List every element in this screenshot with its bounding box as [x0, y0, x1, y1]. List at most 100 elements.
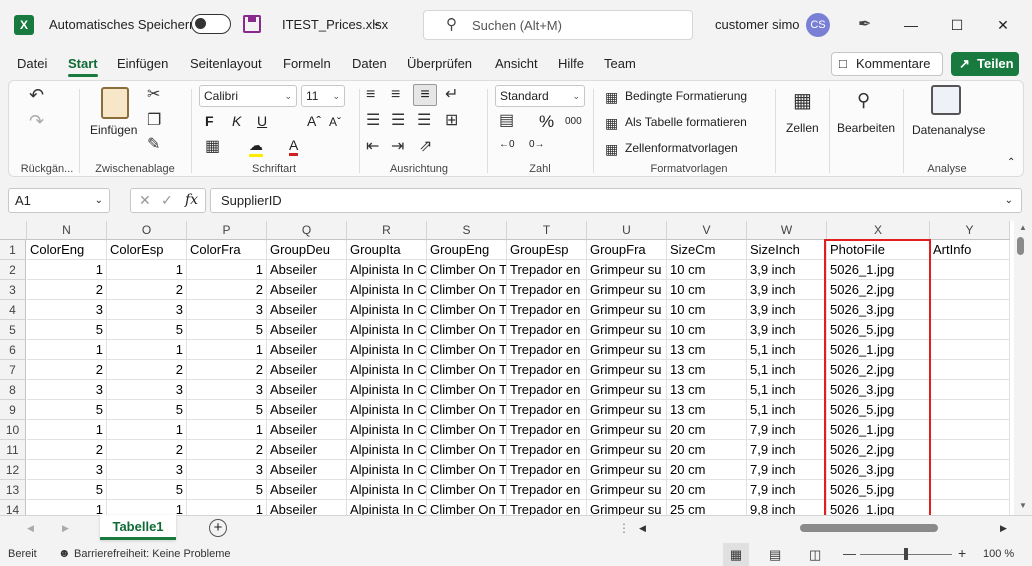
increase-indent-icon[interactable]: ⇥ — [391, 139, 404, 155]
confirm-icon[interactable]: ✓ — [161, 192, 173, 209]
table-cell[interactable]: Trepador en — [507, 300, 587, 320]
table-cell[interactable]: 5 — [27, 480, 107, 500]
table-cell[interactable]: Climber On T — [427, 440, 507, 460]
header-cell[interactable]: ColorEsp — [107, 240, 187, 260]
table-cell[interactable]: Alpinista In C — [347, 260, 427, 280]
table-cell[interactable]: 5026_5.jpg — [827, 320, 930, 340]
table-cell[interactable]: 5,1 inch — [747, 400, 827, 420]
table-cell[interactable]: Trepador en — [507, 400, 587, 420]
table-cell[interactable]: 10 cm — [667, 300, 747, 320]
table-cell[interactable]: 5 — [27, 320, 107, 340]
column-header[interactable]: X — [827, 221, 930, 240]
editing-button[interactable]: Bearbeiten — [837, 121, 895, 135]
table-cell[interactable]: 1 — [27, 340, 107, 360]
align-left-icon[interactable]: ☰ — [366, 113, 380, 129]
currency-icon[interactable]: ▤ — [499, 113, 514, 129]
table-cell[interactable]: 2 — [27, 360, 107, 380]
table-cell[interactable]: 1 — [187, 500, 267, 515]
header-cell[interactable]: ArtInfo — [930, 240, 1010, 260]
cell-styles-button[interactable]: Zellenformatvorlagen — [625, 141, 738, 155]
row-header[interactable]: 3 — [0, 280, 26, 300]
table-cell[interactable]: 3 — [107, 380, 187, 400]
tab-datei[interactable]: Datei — [17, 56, 47, 71]
table-cell[interactable]: 3 — [107, 300, 187, 320]
table-cell[interactable]: Abseiler — [267, 360, 347, 380]
row-header[interactable]: 14 — [0, 500, 26, 515]
table-cell[interactable]: 1 — [187, 340, 267, 360]
table-cell[interactable]: Climber On T — [427, 300, 507, 320]
underline-button[interactable]: U — [257, 113, 267, 129]
table-cell[interactable]: 1 — [187, 260, 267, 280]
table-cell[interactable]: Trepador en — [507, 320, 587, 340]
table-cell[interactable]: 5 — [187, 320, 267, 340]
table-cell[interactable]: 3,9 inch — [747, 260, 827, 280]
number-format-combo[interactable]: Standard ⌄ — [495, 85, 585, 107]
table-cell[interactable]: 2 — [187, 360, 267, 380]
table-cell[interactable]: Trepador en — [507, 500, 587, 515]
scroll-left-icon[interactable]: ◀ — [27, 523, 34, 534]
table-cell[interactable]: 1 — [107, 260, 187, 280]
table-cell[interactable]: 20 cm — [667, 460, 747, 480]
row-header[interactable]: 7 — [0, 360, 26, 380]
table-cell[interactable]: 2 — [187, 440, 267, 460]
user-name[interactable]: customer simo — [715, 17, 800, 32]
horizontal-scroll-thumb[interactable] — [800, 524, 938, 532]
table-cell[interactable]: Abseiler — [267, 280, 347, 300]
table-cell[interactable]: Alpinista In C — [347, 480, 427, 500]
merge-cells-icon[interactable]: ⊞ — [445, 113, 458, 129]
table-cell[interactable]: 2 — [107, 280, 187, 300]
table-cell[interactable] — [930, 500, 1010, 515]
table-cell[interactable]: Abseiler — [267, 300, 347, 320]
table-cell[interactable]: Trepador en — [507, 380, 587, 400]
table-cell[interactable]: 5 — [187, 400, 267, 420]
table-cell[interactable]: Grimpeur su — [587, 400, 667, 420]
table-cell[interactable]: 2 — [27, 440, 107, 460]
zoom-in-icon[interactable]: + — [958, 545, 966, 561]
table-cell[interactable]: 1 — [27, 260, 107, 280]
table-cell[interactable]: 5026_5.jpg — [827, 400, 930, 420]
scroll-up-icon[interactable]: ▲ — [1019, 223, 1027, 232]
table-cell[interactable]: 5 — [107, 400, 187, 420]
paste-button[interactable]: Einfügen — [90, 123, 137, 137]
table-cell[interactable]: 5026_2.jpg — [827, 280, 930, 300]
cell-styles-icon[interactable]: ▦ — [605, 141, 618, 157]
table-cell[interactable]: 3,9 inch — [747, 300, 827, 320]
table-cell[interactable]: Abseiler — [267, 440, 347, 460]
header-cell[interactable]: SizeInch — [747, 240, 827, 260]
table-cell[interactable]: 5026_3.jpg — [827, 460, 930, 480]
table-cell[interactable]: Climber On T — [427, 360, 507, 380]
table-cell[interactable]: 5,1 inch — [747, 380, 827, 400]
table-cell[interactable]: 3 — [27, 460, 107, 480]
header-cell[interactable]: ColorEng — [27, 240, 107, 260]
column-header[interactable]: V — [667, 221, 747, 240]
table-cell[interactable]: 5026_2.jpg — [827, 360, 930, 380]
shrink-font-icon[interactable]: Aˇ — [329, 115, 341, 129]
row-header[interactable]: 12 — [0, 460, 26, 480]
table-cell[interactable]: Trepador en — [507, 420, 587, 440]
tab-ueberpruefen[interactable]: Überprüfen — [407, 56, 472, 71]
name-box[interactable]: A1 ⌄ — [8, 188, 110, 213]
align-right-icon[interactable]: ☰ — [417, 113, 431, 129]
column-header[interactable]: P — [187, 221, 267, 240]
table-cell[interactable]: 3 — [27, 300, 107, 320]
table-cell[interactable]: 5026_1.jpg — [827, 500, 930, 515]
zoom-level[interactable]: 100 % — [983, 548, 1014, 560]
table-cell[interactable]: 3 — [187, 300, 267, 320]
table-cell[interactable] — [930, 360, 1010, 380]
table-cell[interactable]: Abseiler — [267, 420, 347, 440]
table-cell[interactable]: 5026_1.jpg — [827, 340, 930, 360]
column-header[interactable]: Q — [267, 221, 347, 240]
table-cell[interactable]: Climber On T — [427, 500, 507, 515]
table-cell[interactable]: 25 cm — [667, 500, 747, 515]
table-cell[interactable]: Alpinista In C — [347, 360, 427, 380]
table-cell[interactable]: 20 cm — [667, 480, 747, 500]
table-cell[interactable]: 7,9 inch — [747, 480, 827, 500]
table-cell[interactable]: Climber On T — [427, 260, 507, 280]
wrap-text-icon[interactable]: ↵ — [445, 87, 458, 103]
table-cell[interactable]: 2 — [107, 440, 187, 460]
page-break-view-icon[interactable]: ◫ — [809, 547, 821, 563]
zoom-slider-thumb[interactable] — [904, 548, 908, 560]
table-cell[interactable]: 2 — [187, 280, 267, 300]
table-cell[interactable]: Climber On T — [427, 480, 507, 500]
table-cell[interactable]: Alpinista In C — [347, 320, 427, 340]
